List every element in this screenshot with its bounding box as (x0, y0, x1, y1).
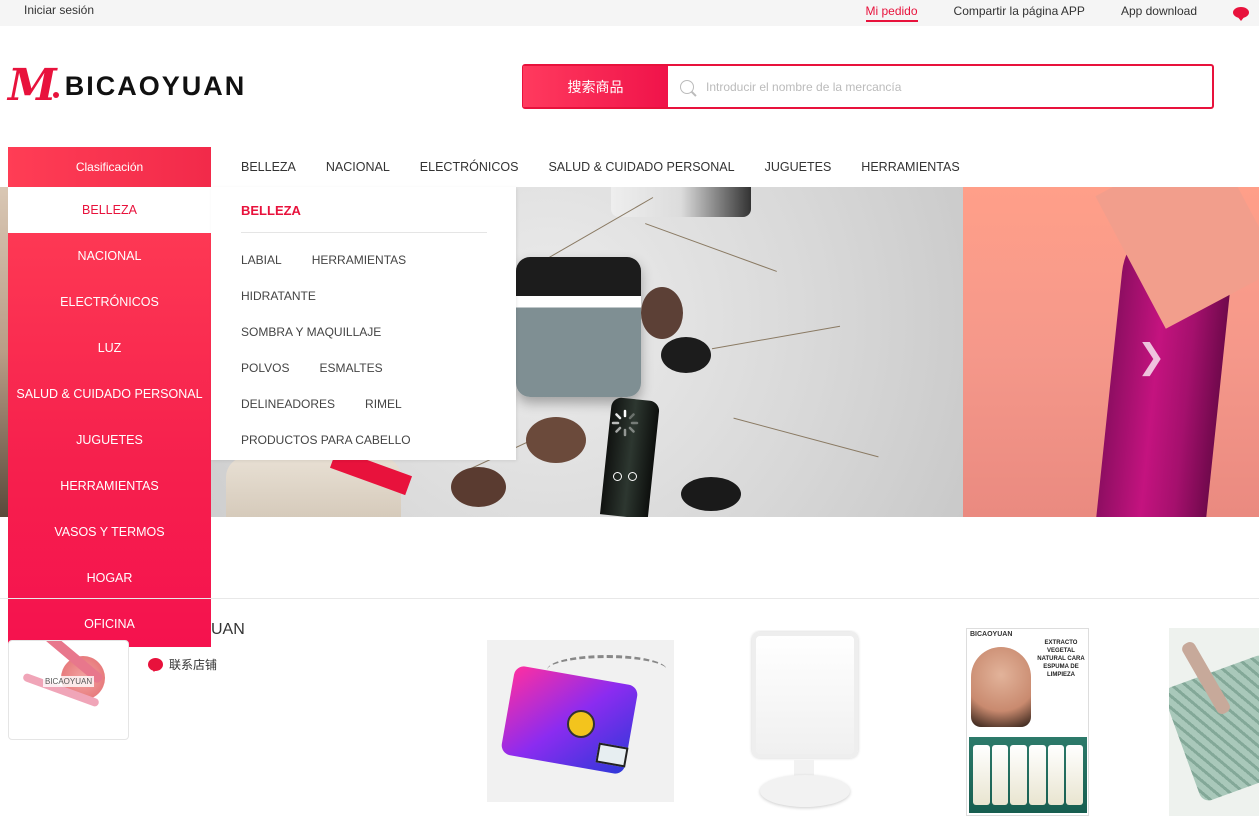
subcat-delineadores[interactable]: DELINEADORES (241, 397, 335, 413)
product-text: EXTRACTO VEGETAL NATURAL CARA ESPUMA DE … (1037, 640, 1085, 678)
search-input[interactable] (706, 79, 1186, 94)
sidebar-item-nacional[interactable]: NACIONAL (8, 233, 211, 279)
sidebar-item-juguetes[interactable]: JUGUETES (8, 417, 211, 463)
chat-icon[interactable] (1233, 5, 1249, 21)
my-orders-link[interactable]: Mi pedido (865, 4, 918, 22)
sidebar-item-belleza[interactable]: BELLEZA (8, 187, 211, 233)
product-brand-label: BICAOYUAN (970, 631, 1013, 638)
sidebar-item-herramientas[interactable]: HERRAMIENTAS (8, 463, 211, 509)
category-flyout: BELLEZA LABIAL HERRAMIENTAS HIDRATANTE S… (211, 187, 516, 460)
nav-item-belleza[interactable]: BELLEZA (226, 160, 311, 174)
banner-case (611, 187, 751, 217)
contact-store-label: 联系店铺 (169, 658, 218, 672)
category-sidebar: BELLEZA NACIONAL ELECTRÓNICOS LUZ SALUD … (8, 187, 211, 647)
sidebar-item-hogar[interactable]: HOGAR (8, 555, 211, 601)
logo-mark: M (8, 60, 57, 111)
share-app-link[interactable]: Compartir la página APP (954, 4, 1085, 18)
flyout-title[interactable]: BELLEZA (241, 203, 487, 233)
flyout-row: PRODUCTOS PARA CABELLO (241, 433, 486, 449)
main-nav: Clasificación BELLEZA NACIONAL ELECTRÓNI… (0, 147, 1259, 187)
carousel-dot[interactable] (613, 472, 622, 481)
subcat-polvos[interactable]: POLVOS (241, 361, 289, 377)
sidebar-item-vasos[interactable]: VASOS Y TERMOS (8, 509, 211, 555)
product-card-cleanser[interactable]: BICAOYUAN EXTRACTO VEGETAL NATURAL CARA … (966, 628, 1089, 816)
subcat-esmaltes[interactable]: ESMALTES (319, 361, 382, 377)
store-thumbnail[interactable]: BICAOYUAN (8, 640, 129, 740)
contact-store-link[interactable]: 联系店铺 (148, 656, 217, 673)
flyout-row: DELINEADORES RIMEL (241, 397, 486, 413)
banner-lipstick-panel (963, 187, 1259, 517)
flyout-row: SOMBRA Y MAQUILLAJE (241, 325, 486, 341)
product-card-mirror[interactable] (722, 630, 892, 815)
subcat-cabello[interactable]: PRODUCTOS PARA CABELLO (241, 433, 411, 449)
subcat-sombra[interactable]: SOMBRA Y MAQUILLAJE (241, 325, 381, 341)
top-links: Mi pedido Compartir la página APP App do… (865, 0, 1259, 26)
store-thumb-label: BICAOYUAN (43, 676, 95, 687)
app-download-link[interactable]: App download (1121, 4, 1197, 18)
search-input-wrap (668, 66, 1212, 107)
flyout-row: HIDRATANTE (241, 289, 486, 305)
nav-item-nacional[interactable]: NACIONAL (311, 160, 405, 174)
carousel-dots (613, 472, 637, 481)
classification-button[interactable]: Clasificación (8, 147, 211, 187)
login-link[interactable]: Iniciar sesión (24, 3, 94, 17)
logo-text: BICAOYUAN (64, 70, 247, 101)
site-logo[interactable]: M BICAOYUAN (8, 64, 246, 108)
chat-bubble-icon (148, 658, 163, 672)
chevron-right-icon[interactable]: ❯ (1137, 340, 1166, 374)
search-bar: 搜索商品 (522, 64, 1214, 109)
subcat-herramientas[interactable]: HERRAMIENTAS (312, 253, 406, 269)
search-icon (680, 79, 694, 94)
nav-item-juguetes[interactable]: JUGUETES (750, 160, 847, 174)
subcat-rimel[interactable]: RIMEL (365, 397, 402, 413)
search-button[interactable]: 搜索商品 (523, 66, 668, 107)
carousel-dot[interactable] (628, 472, 637, 481)
loading-spinner-icon (611, 409, 639, 437)
nav-item-herramientas[interactable]: HERRAMIENTAS (846, 160, 974, 174)
section-divider (0, 598, 1259, 599)
flyout-row: LABIAL HERRAMIENTAS (241, 253, 486, 269)
nav-item-electronicos[interactable]: ELECTRÓNICOS (405, 160, 534, 174)
sidebar-item-salud[interactable]: SALUD & CUIDADO PERSONAL (8, 371, 211, 417)
nav-item-salud[interactable]: SALUD & CUIDADO PERSONAL (533, 160, 749, 174)
product-card-brushes[interactable] (1169, 628, 1259, 816)
nav-items: BELLEZA NACIONAL ELECTRÓNICOS SALUD & CU… (226, 147, 975, 187)
store-name[interactable]: UAN (211, 621, 245, 639)
product-card-nail-drill[interactable] (487, 640, 674, 802)
top-bar: Iniciar sesión Mi pedido Compartir la pá… (0, 0, 1259, 26)
logo-dot (52, 92, 59, 98)
flyout-row: POLVOS ESMALTES (241, 361, 486, 377)
sidebar-item-luz[interactable]: LUZ (8, 325, 211, 371)
subcat-hidratante[interactable]: HIDRATANTE (241, 289, 316, 305)
subcat-labial[interactable]: LABIAL (241, 253, 282, 269)
banner-left-slice (0, 187, 8, 517)
salve-jar (516, 257, 641, 397)
sidebar-item-electronicos[interactable]: ELECTRÓNICOS (8, 279, 211, 325)
